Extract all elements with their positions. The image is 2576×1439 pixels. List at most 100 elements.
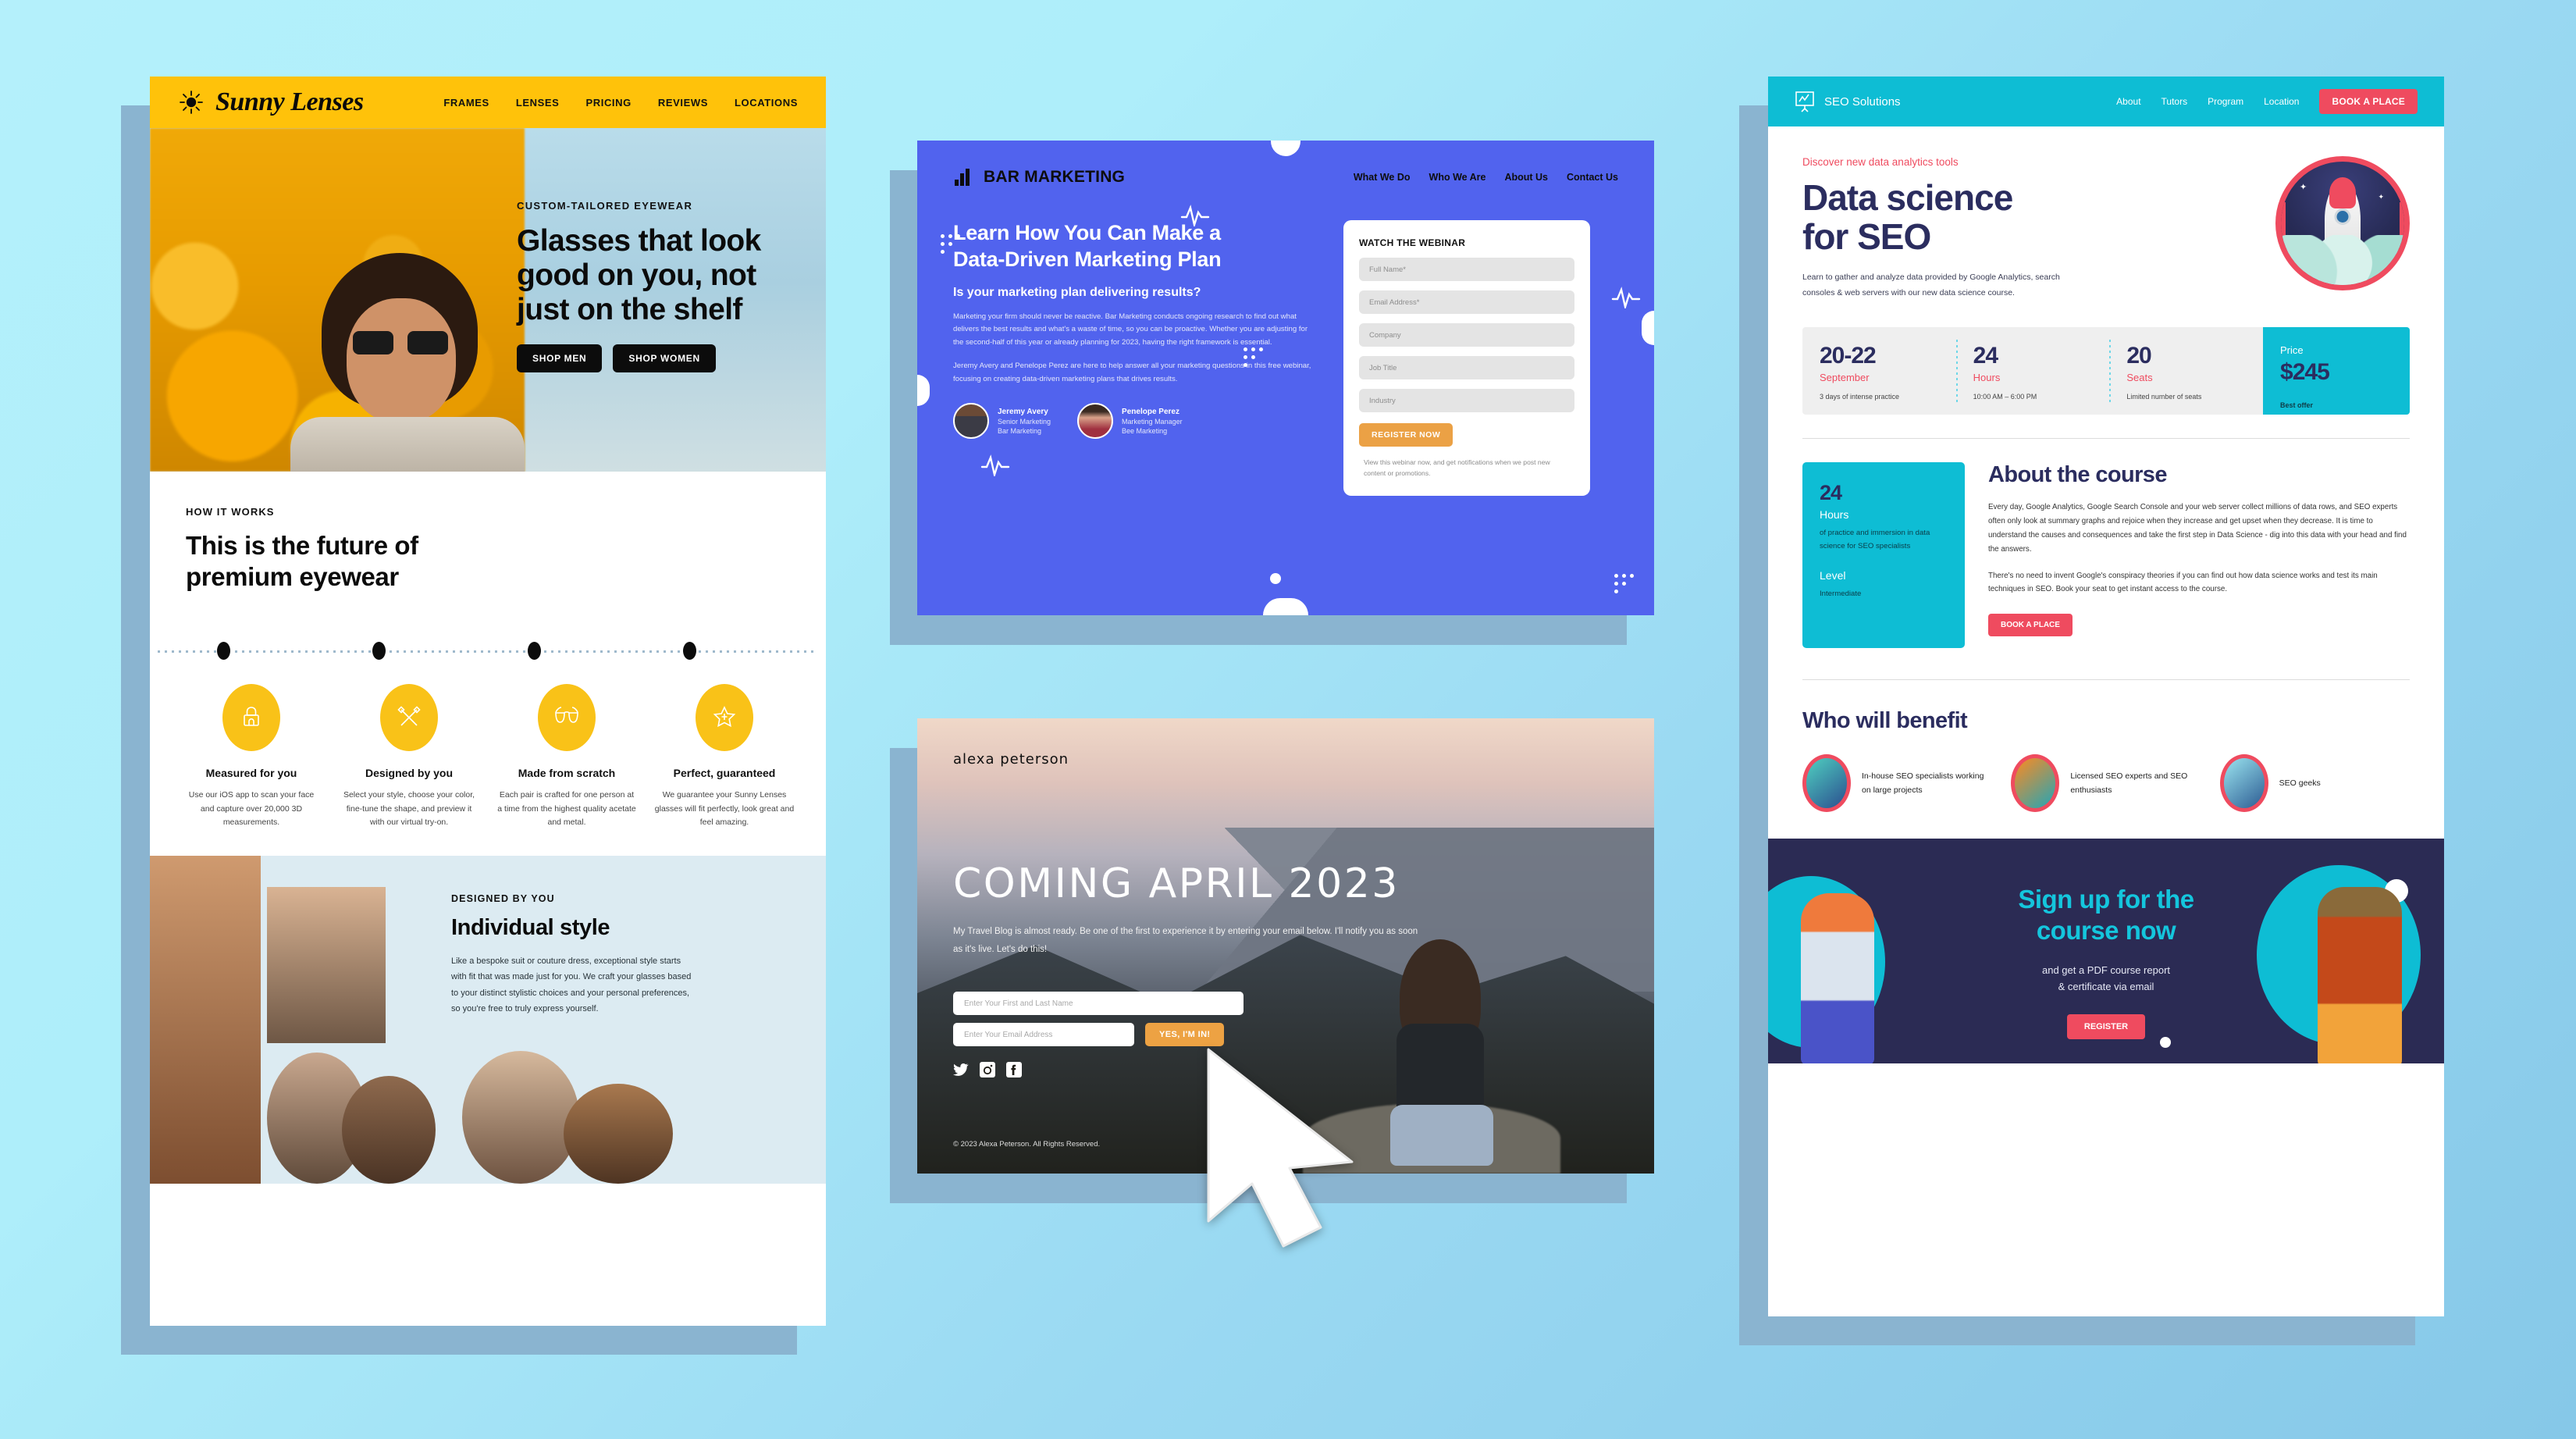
sunny-logo[interactable]: Sunny Lenses [178, 87, 364, 117]
hero-kicker: CUSTOM-TAILORED EYEWEAR [517, 200, 693, 212]
about-course-section: 24 Hours of practice and immersion in da… [1802, 462, 2410, 649]
collage-photo [267, 887, 386, 1044]
seo-logo[interactable]: SEO Solutions [1795, 91, 1901, 112]
feature-desc: Use our iOS app to scan your face and ca… [188, 790, 315, 827]
speaker-name: Jeremy Avery [998, 407, 1048, 416]
hero-buttons: SHOP MEN SHOP WOMEN [517, 344, 798, 373]
seo-header: SEO Solutions About Tutors Program Locat… [1768, 77, 2444, 126]
notch-bottom [1263, 598, 1308, 615]
benefit-heading: Who will benefit [1802, 708, 1968, 734]
nav-location[interactable]: Location [2264, 96, 2299, 107]
book-a-place-button[interactable]: BOOK A PLACE [1988, 614, 2073, 637]
register-button[interactable]: REGISTER [2066, 1013, 2146, 1039]
bar-logo[interactable]: BAR MARKETING [953, 167, 1125, 187]
avatar [1077, 403, 1114, 439]
footer-copy: Sign up for the course now and get a PDF… [1942, 884, 2270, 1039]
benefit-text: SEO geeks [2279, 778, 2321, 788]
signup-form: Enter Your First and Last Name [953, 992, 1244, 1015]
feature-item: Measured for you Use our iOS app to scan… [176, 684, 326, 829]
pulse-line-decor [1180, 205, 1210, 226]
ruler-pencil-icon [380, 684, 438, 752]
stat-seats: 20 Seats Limited number of seats [2109, 327, 2263, 415]
footer-white-strip [1768, 1063, 2444, 1097]
email-input[interactable]: Email Address* [1359, 290, 1574, 314]
feature-list: Measured for you Use our iOS app to scan… [150, 661, 826, 829]
register-now-button[interactable]: REGISTER NOW [1359, 423, 1453, 447]
shop-women-button[interactable]: SHOP WOMEN [613, 344, 716, 373]
collage-photo [564, 1084, 673, 1184]
nav-about[interactable]: About [2116, 96, 2140, 107]
hero-heading: Glasses that look good on you, not just … [517, 224, 761, 327]
facebook-icon[interactable] [1006, 1062, 1022, 1077]
hero-heading: Data science for SEO [1802, 177, 2013, 257]
nav-pricing[interactable]: PRICING [585, 97, 631, 109]
nav-lenses[interactable]: LENSES [516, 97, 560, 109]
sunny-lenses-mockup: Sunny Lenses FRAMES LENSES PRICING REVIE… [150, 77, 826, 1326]
speaker-item: Penelope Perez Marketing Manager Bee Mar… [1077, 403, 1183, 439]
canvas: Sunny Lenses FRAMES LENSES PRICING REVIE… [0, 0, 2576, 1439]
mouse-cursor [1207, 1048, 1354, 1248]
bar-marketing-mockup: BAR MARKETING What We Do Who We Are Abou… [917, 141, 1654, 615]
feature-desc: Select your style, choose your color, fi… [343, 790, 475, 827]
copyright: © 2023 Alexa Peterson. All Rights Reserv… [953, 1140, 1101, 1149]
course-stats: 20-22 September 3 days of intense practi… [1802, 327, 2410, 415]
info-label: Hours [1820, 508, 1849, 522]
seo-hero: Discover new data analytics tools Data s… [1768, 126, 2444, 301]
nav-tutors[interactable]: Tutors [2161, 96, 2188, 107]
twitter-icon[interactable] [953, 1062, 969, 1077]
book-a-place-header-button[interactable]: BOOK A PLACE [2319, 89, 2418, 114]
shop-men-button[interactable]: SHOP MEN [517, 344, 603, 373]
footer-subtext: and get a PDF course report & certificat… [2041, 964, 2171, 993]
feature-title: Designed by you [365, 767, 454, 780]
nav-frames[interactable]: FRAMES [443, 97, 489, 109]
hero-kicker: Discover new data analytics tools [1802, 156, 1959, 168]
about-paragraph-2: There's no need to invent Google's consp… [1988, 571, 2378, 594]
individual-style-section: DESIGNED BY YOU Individual style Like a … [150, 856, 826, 1184]
signup-form-row2: Enter Your Email Address YES, I'M IN! [953, 1023, 1225, 1046]
seo-solutions-mockup: SEO Solutions About Tutors Program Locat… [1768, 77, 2444, 1316]
nav-locations[interactable]: LOCATIONS [735, 97, 798, 109]
benefit-item: Licensed SEO experts and SEO enthusiasts [2011, 754, 2201, 813]
sunny-nav: FRAMES LENSES PRICING REVIEWS LOCATIONS [443, 97, 798, 109]
instagram-icon[interactable] [980, 1062, 995, 1077]
nav-about-us[interactable]: About Us [1504, 172, 1548, 183]
alexa-brand: alexa peterson [953, 751, 1069, 768]
sunny-header: Sunny Lenses FRAMES LENSES PRICING REVIE… [150, 77, 826, 128]
feature-title: Made from scratch [518, 767, 616, 780]
nav-what-we-do[interactable]: What We Do [1354, 172, 1411, 183]
form-note: View this webinar now, and get notificat… [1364, 458, 1550, 478]
course-info-box: 24 Hours of practice and immersion in da… [1802, 462, 1965, 649]
benefit-item: SEO geeks [2219, 754, 2410, 813]
nav-reviews[interactable]: REVIEWS [658, 97, 708, 109]
notch-right [1642, 311, 1654, 345]
model-photo [290, 214, 525, 472]
collage-photo [462, 1051, 579, 1184]
nav-who-we-are[interactable]: Who We Are [1429, 172, 1486, 183]
feature-item: Made from scratch Each pair is crafted f… [492, 684, 642, 829]
dot-grid-decor [1244, 347, 1263, 367]
nav-program[interactable]: Program [2208, 96, 2243, 107]
sunglasses-on-model [353, 331, 448, 354]
hero-subtext: Learn to gather and analyze data provide… [1802, 272, 2060, 297]
track-line [158, 650, 818, 654]
about-heading: About the course [1988, 462, 2167, 488]
company-input[interactable]: Company [1359, 323, 1574, 347]
signup-footer-banner: Sign up for the course now and get a PDF… [1768, 839, 2444, 1097]
job-title-input[interactable]: Job Title [1359, 356, 1574, 379]
who-will-benefit-section: Who will benefit In-house SEO specialist… [1802, 708, 2410, 813]
full-name-input[interactable]: Full Name* [1359, 258, 1574, 281]
feature-item: Perfect, guaranteed We guarantee your Su… [649, 684, 799, 829]
bar-heading: Learn How You Can Make a Data-Driven Mar… [953, 221, 1222, 271]
yes-im-in-button[interactable]: YES, I'M IN! [1145, 1023, 1225, 1046]
presenter-illustration [1802, 754, 1851, 813]
email-input[interactable]: Enter Your Email Address [953, 1023, 1134, 1046]
stat-number: 20 [2126, 343, 2151, 369]
stat-desc: 3 days of intense practice [1820, 393, 1900, 401]
divider [1802, 679, 2410, 681]
name-input[interactable]: Enter Your First and Last Name [953, 992, 1244, 1015]
nav-contact-us[interactable]: Contact Us [1567, 172, 1618, 183]
sunny-brand: Sunny Lenses [215, 87, 364, 116]
pulse-line-decor [980, 454, 1010, 476]
style-body: Like a bespoke suit or couture dress, ex… [451, 956, 692, 1014]
industry-input[interactable]: Industry [1359, 389, 1574, 412]
